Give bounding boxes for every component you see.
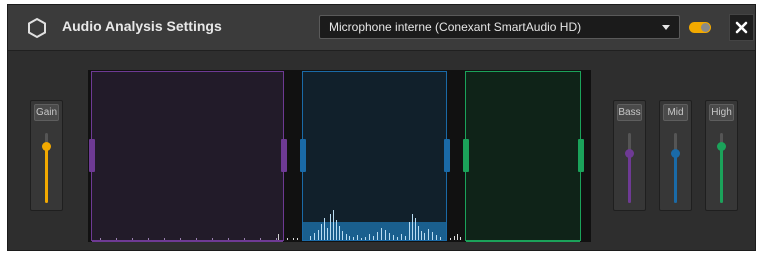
bass-slider-panel: Bass (613, 100, 646, 211)
close-button[interactable] (729, 14, 754, 41)
mid-slider-fill (674, 153, 677, 203)
toggle-knob (701, 23, 710, 32)
analysis-toggle[interactable] (689, 22, 711, 33)
bass-slider-thumb[interactable] (625, 149, 634, 158)
bass-slider-fill (628, 153, 631, 203)
gain-slider-fill (45, 146, 48, 203)
mid-slider-panel: Mid (659, 100, 692, 211)
header-bar: Audio Analysis Settings Microphone inter… (8, 5, 755, 51)
hexagon-icon (28, 17, 46, 39)
mid-high-handle[interactable] (444, 139, 450, 172)
gain-slider-thumb[interactable] (42, 142, 51, 151)
bass-label: Bass (617, 104, 642, 121)
mid-label: Mid (663, 104, 688, 121)
bass-slider[interactable] (625, 133, 634, 203)
mid-low-handle[interactable] (300, 139, 306, 172)
high-slider[interactable] (717, 133, 726, 203)
gain-slider-panel: Gain (30, 100, 63, 211)
high-high-handle[interactable] (578, 139, 584, 172)
gain-label: Gain (34, 104, 59, 121)
gain-slider[interactable] (42, 133, 51, 203)
spectrum-bars (100, 210, 461, 240)
device-select[interactable]: Microphone interne (Conexant SmartAudio … (319, 15, 680, 39)
high-slider-fill (720, 146, 723, 203)
high-slider-panel: High (705, 100, 738, 211)
mid-slider[interactable] (671, 133, 680, 203)
spectrum-analyzer (88, 70, 591, 242)
high-slider-thumb[interactable] (717, 142, 726, 151)
window-title: Audio Analysis Settings (62, 18, 222, 34)
chevron-down-icon (662, 25, 670, 30)
high-low-handle[interactable] (463, 139, 469, 172)
high-label: High (709, 104, 734, 121)
device-select-value: Microphone interne (Conexant SmartAudio … (329, 20, 582, 34)
close-icon (735, 21, 748, 34)
bass-high-handle[interactable] (281, 139, 287, 172)
bass-low-handle[interactable] (89, 139, 95, 172)
audio-settings-window: Audio Analysis Settings Microphone inter… (7, 4, 756, 251)
mid-slider-thumb[interactable] (671, 149, 680, 158)
